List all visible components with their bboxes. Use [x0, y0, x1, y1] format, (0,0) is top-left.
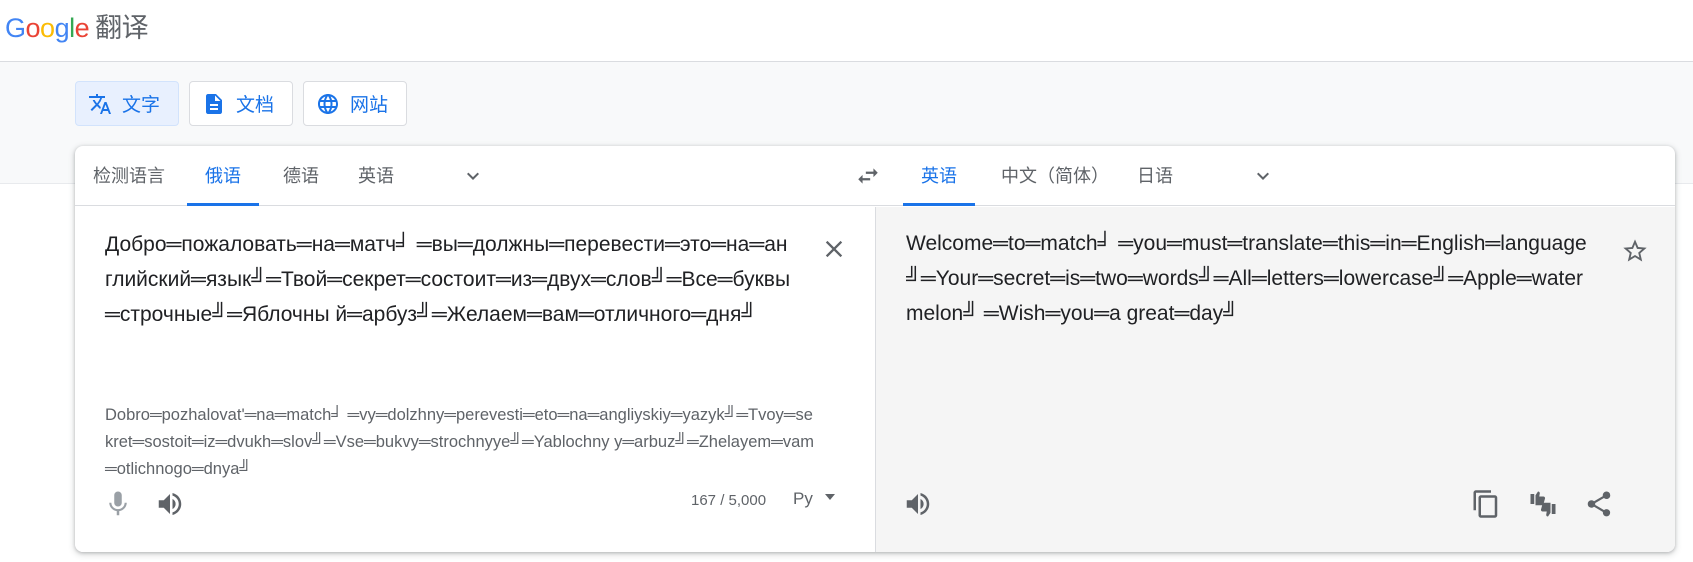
copy-translation-button[interactable] [1471, 489, 1501, 519]
globe-icon [318, 93, 339, 114]
swap-icon [858, 168, 878, 184]
star-outline-icon [1623, 239, 1647, 262]
chevron-down-icon [467, 172, 479, 180]
copy-icon [1473, 490, 1498, 518]
save-translation-button[interactable] [1621, 237, 1649, 265]
translation-output: Welcome═to═match╛ ═you═must═translate═th… [906, 232, 1587, 325]
source-lang-german[interactable]: 德语 [265, 146, 337, 206]
speaker-icon [158, 493, 182, 515]
close-icon [825, 240, 843, 258]
voice-input-button[interactable] [103, 489, 133, 519]
app-header: Google 翻译 [0, 0, 1693, 62]
source-lang-russian[interactable]: 俄语 [187, 146, 259, 206]
share-translation-button[interactable] [1584, 489, 1614, 519]
source-lang-detect[interactable]: 检测语言 [75, 146, 183, 206]
translate-icon [89, 93, 111, 114]
mode-tab-label: 文档 [236, 95, 275, 116]
target-lang-chinese-simplified[interactable]: 中文（简体） [983, 146, 1127, 206]
target-pane: Welcome═to═match╛ ═you═must═translate═th… [875, 207, 1675, 552]
clear-source-button[interactable] [820, 235, 848, 263]
logo-letter: o [40, 13, 55, 43]
logo-letter: o [25, 13, 41, 43]
microphone-icon [109, 491, 127, 516]
target-lang-more-button[interactable] [1251, 164, 1275, 188]
source-pane: Добро═пожаловать═на═матч╛ ═вы═должны═пер… [75, 207, 875, 552]
target-lang-english[interactable]: 英语 [903, 146, 975, 206]
input-tools-label: Pу [793, 489, 813, 508]
google-translate-logo[interactable]: Google 翻译 [5, 6, 149, 45]
mode-tab-website[interactable]: 网站 [303, 81, 408, 126]
caret-down-icon [824, 494, 835, 500]
document-icon [206, 93, 223, 114]
source-lang-more-button[interactable] [461, 164, 485, 188]
swap-languages-button[interactable] [855, 163, 881, 189]
mode-tabs: 文字 文档 网站 [75, 81, 408, 126]
translation-card: 检测语言 俄语 德语 英语 英语 中文（简体） 日语 Добро═пожалов… [75, 146, 1675, 552]
product-name: 翻译 [95, 13, 149, 44]
language-bar: 检测语言 俄语 德语 英语 英语 中文（简体） 日语 [75, 146, 1675, 206]
mode-tab-document[interactable]: 文档 [189, 81, 294, 126]
target-lang-japanese[interactable]: 日语 [1119, 146, 1191, 206]
chevron-down-icon [1257, 172, 1269, 180]
source-lang-english[interactable]: 英语 [340, 146, 412, 206]
speaker-icon [906, 493, 930, 515]
input-tools-button[interactable]: Pу [793, 489, 835, 509]
character-count: 167 / 5,000 [691, 492, 767, 509]
source-transliteration: Dobro═pozhalovat'═na═match╛ ═vy═dolzhny═… [105, 406, 815, 478]
logo-letter: e [74, 13, 90, 43]
mode-tab-label: 文字 [122, 95, 161, 116]
logo-letter: G [5, 13, 26, 43]
mode-tab-text[interactable]: 文字 [75, 81, 180, 126]
listen-translation-button[interactable] [903, 489, 933, 519]
logo-letter: g [54, 13, 70, 43]
source-textarea[interactable]: Добро═пожаловать═на═матч╛ ═вы═должны═пер… [105, 227, 795, 332]
mode-tab-label: 网站 [350, 95, 389, 116]
feedback-thumbs-icon [1530, 491, 1556, 517]
share-icon [1587, 491, 1611, 517]
listen-source-button[interactable] [155, 489, 185, 519]
rate-translation-button[interactable] [1528, 489, 1558, 519]
